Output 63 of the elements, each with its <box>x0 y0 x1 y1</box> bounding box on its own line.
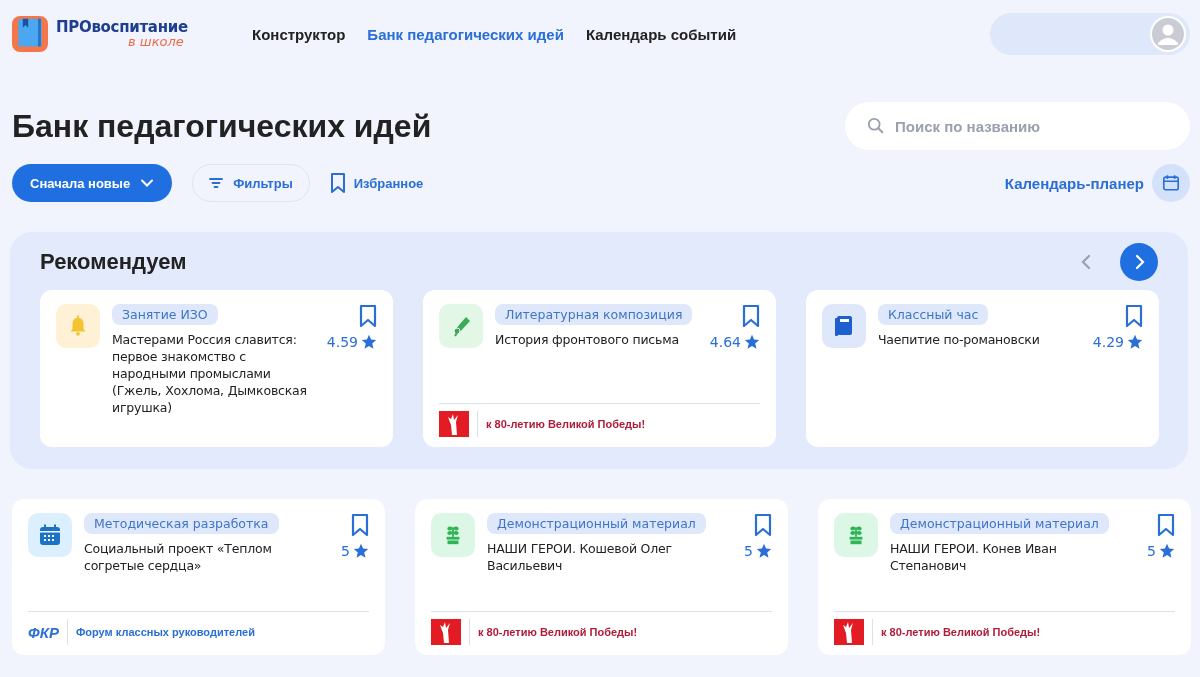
monument-logo-icon <box>834 619 864 645</box>
category-tag: Классный час <box>878 304 989 325</box>
idea-card[interactable]: Демонстрационный материал НАШИ ГЕРОИ. Кошевой Олег Васильевич 5 к 80-летию Великой Победы! <box>415 499 788 655</box>
bookmark-icon[interactable] <box>359 304 377 328</box>
footer-caption: Форум классных руководителей <box>75 626 255 638</box>
star-icon <box>361 334 377 350</box>
bookmark-icon[interactable] <box>742 304 760 328</box>
calendar-icon <box>38 523 62 547</box>
section-title: Рекомендуем <box>40 249 188 275</box>
favorites-button[interactable]: Избранное <box>329 164 424 202</box>
planner-link[interactable]: Календарь-планер <box>1004 174 1144 192</box>
bookmark-icon <box>329 172 346 194</box>
footer-caption: к 80-летию Великой Победы! <box>478 626 638 638</box>
star-icon <box>353 543 369 559</box>
logo-subtitle: в школе <box>128 35 184 48</box>
nav-link[interactable]: Конструктор <box>252 25 346 43</box>
idea-card[interactable]: Классный час Чаепитие по-романовски 4.29 <box>806 290 1159 447</box>
rating-value: 5 <box>1147 543 1156 559</box>
idea-card[interactable]: Методическая разработка Социальный проект «Теплом согретые сердца» 5 ФКР Форум классных руководителей <box>12 499 385 655</box>
idea-title: Чаепитие по-романовски <box>878 331 1040 348</box>
logo-title: ПРОвоспитание <box>56 20 188 35</box>
nav-link[interactable]: Банк педагогических идей <box>367 25 564 43</box>
rating-value: 5 <box>744 543 753 559</box>
monument-logo-icon <box>439 411 469 437</box>
category-tag: Занятие ИЗО <box>112 304 218 325</box>
rating-value: 5 <box>341 543 350 559</box>
bookmark-icon[interactable] <box>1125 304 1143 328</box>
search-field[interactable]: Поиск по названию <box>845 102 1190 150</box>
idea-title: Социальный проект «Теплом согретые сердца» <box>84 540 273 574</box>
star-icon <box>1159 543 1175 559</box>
category-tag: Литературная композиция <box>495 304 693 325</box>
category-tag: Демонстрационный материал <box>487 513 706 534</box>
idea-title: НАШИ ГЕРОИ. Конев Иван Степанович <box>890 540 1058 574</box>
idea-card[interactable]: Занятие ИЗО Мастерами Россия славится: первое знакомство с народными промыслами (Гжель, Хохлома, Дымковская игрушка) 4.59 <box>40 290 393 447</box>
idea-title: НАШИ ГЕРОИ. Кошевой Олег Васильевич <box>487 540 673 574</box>
idea-card[interactable]: Литературная композиция История фронтового письма 4.64 к 80-летию Великой Победы! <box>423 290 776 447</box>
book-logo-icon <box>12 16 48 52</box>
star-icon <box>1127 334 1143 350</box>
footer-caption: к 80-летию Великой Победы! <box>881 626 1041 638</box>
bookmark-icon[interactable] <box>1157 513 1175 537</box>
rating-value: 4.59 <box>326 334 358 350</box>
monument-logo-icon <box>431 619 461 645</box>
footer-caption: к 80-летию Великой Победы! <box>486 418 646 430</box>
calendar-button[interactable] <box>1152 164 1190 202</box>
star-icon <box>756 543 772 559</box>
calendar-icon <box>1162 174 1180 192</box>
forum-logo: ФКР <box>28 623 59 641</box>
category-tag: Демонстрационный материал <box>890 513 1109 534</box>
category-tag: Методическая разработка <box>84 513 279 534</box>
idea-title: История фронтового письма <box>495 331 679 348</box>
rating-value: 4.29 <box>1092 334 1124 350</box>
rating-value: 4.64 <box>709 334 741 350</box>
idea-title: Мастерами Россия славится: первое знакомство с народными промыслами (Гжель, Хохлома, Дымковская игрушка) <box>112 331 308 416</box>
filter-icon <box>209 177 224 189</box>
avatar-icon <box>1150 16 1186 52</box>
sort-button[interactable]: Сначала новые <box>12 164 173 202</box>
bookmark-icon[interactable] <box>754 513 772 537</box>
page-title: Банк педагогических идей <box>12 107 432 145</box>
bookmark-icon[interactable] <box>351 513 369 537</box>
next-button[interactable] <box>1120 243 1158 281</box>
star-icon <box>744 334 760 350</box>
idea-card[interactable]: Демонстрационный материал НАШИ ГЕРОИ. Конев Иван Степанович 5 к 80-летию Великой Победы! <box>818 499 1191 655</box>
nav-link[interactable]: Календарь событий <box>585 25 737 43</box>
